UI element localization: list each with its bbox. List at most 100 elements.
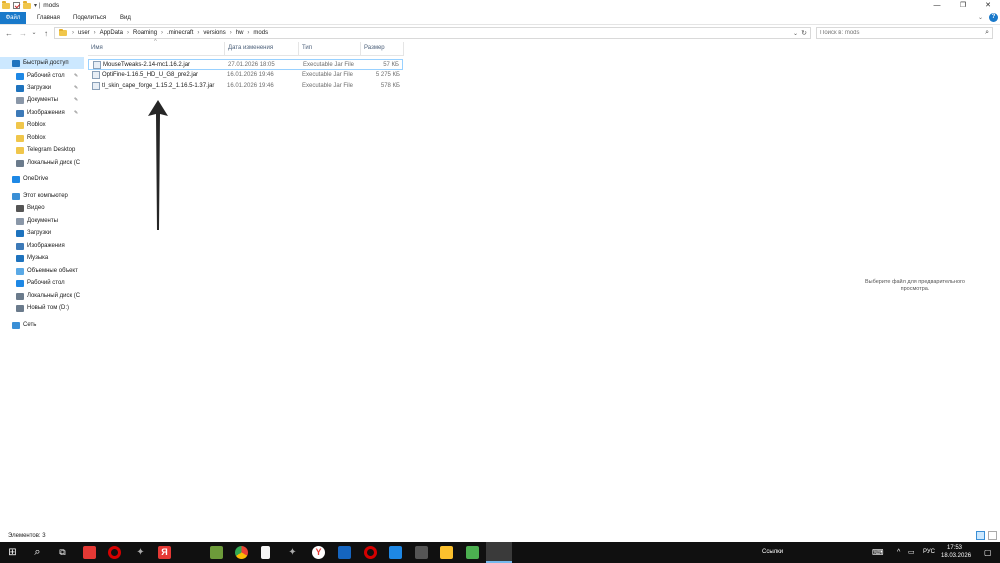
chrome-icon[interactable] — [235, 546, 248, 559]
search-input[interactable] — [817, 28, 977, 38]
app-icon[interactable]: ✦ — [134, 546, 147, 559]
search-icon[interactable]: ⌕ — [31, 546, 44, 559]
keyboard-icon[interactable]: ⌨ — [872, 542, 884, 563]
refresh-button[interactable]: ↻ — [801, 29, 807, 37]
show-hidden-icons-icon[interactable]: ^ — [897, 542, 900, 563]
sidebar-item[interactable]: Изображения — [0, 240, 84, 252]
game-icon[interactable] — [415, 546, 428, 559]
sidebar-item[interactable]: OneDrive — [0, 173, 84, 185]
maximize-button[interactable]: ❐ — [951, 0, 975, 12]
customize-toolbar-icon[interactable]: ▾ | — [34, 2, 40, 9]
app-icon[interactable] — [338, 546, 351, 559]
yandex-icon[interactable]: Я — [158, 546, 171, 559]
tab-share[interactable]: Поделиться — [73, 12, 106, 24]
column-divider[interactable] — [403, 42, 404, 56]
column-date[interactable]: Дата изменения — [228, 45, 273, 51]
wps-office-icon[interactable] — [83, 546, 96, 559]
sidebar-item[interactable]: Рабочий стол — [0, 277, 84, 289]
breadcrumb-mods[interactable]: mods — [253, 30, 268, 36]
breadcrumb-user[interactable]: user — [78, 30, 90, 36]
properties-icon[interactable] — [13, 2, 20, 9]
column-name[interactable]: Имя — [91, 45, 103, 51]
sidebar-item[interactable]: Локальный диск (C — [0, 290, 84, 302]
up-button[interactable]: ↑ — [41, 28, 51, 39]
jar-file-icon — [92, 82, 100, 90]
clock-date[interactable]: 18.03.2026 — [941, 552, 971, 560]
sidebar-item[interactable]: Документы ✎ — [0, 94, 84, 106]
file-type: Executable Jar File — [302, 72, 354, 78]
sidebar-item[interactable]: Документы — [0, 215, 84, 227]
expand-ribbon-icon[interactable]: ⌄ — [978, 12, 983, 24]
column-divider[interactable] — [224, 42, 225, 56]
sidebar-item[interactable]: Музыка — [0, 252, 84, 264]
column-type[interactable]: Тип — [302, 45, 312, 51]
file-explorer-icon[interactable] — [486, 542, 512, 563]
sidebar-item[interactable]: Telegram Desktop — [0, 144, 84, 156]
tab-file[interactable]: Файл — [0, 12, 26, 24]
tab-home[interactable]: Главная — [37, 12, 60, 24]
opera-icon[interactable] — [108, 546, 121, 559]
breadcrumb-minecraft[interactable]: .minecraft — [167, 30, 193, 36]
large-icons-view-icon[interactable] — [988, 531, 997, 540]
tab-view[interactable]: Вид — [120, 12, 131, 24]
notifications-icon[interactable]: ▢ — [984, 542, 992, 563]
yandex-browser-icon[interactable]: Y — [312, 546, 325, 559]
jar-file-icon — [93, 61, 101, 69]
network-icon[interactable]: ▭ — [908, 542, 915, 563]
minimize-button[interactable]: — — [925, 0, 949, 12]
app-icon[interactable]: ✦ — [286, 546, 299, 559]
sidebar-item[interactable]: Объемные объект — [0, 265, 84, 277]
close-button[interactable]: ✕ — [976, 0, 1000, 12]
sidebar-item[interactable]: Сеть — [0, 319, 84, 331]
minecraft-launcher-icon[interactable] — [466, 546, 479, 559]
sidebar-item[interactable]: Roblox — [0, 119, 84, 131]
table-row[interactable]: tl_skin_cape_forge_1.15.2_1.16.5-1.37.ja… — [88, 81, 403, 92]
sidebar-item[interactable]: Roblox — [0, 132, 84, 144]
sidebar-item-label: Telegram Desktop — [27, 147, 76, 153]
search-box[interactable]: ⌕ — [816, 27, 993, 39]
breadcrumb-roaming[interactable]: Roaming — [133, 30, 157, 36]
sidebar-item[interactable]: Загрузки — [0, 227, 84, 239]
sidebar-item[interactable]: Новый том (D:) — [0, 302, 84, 314]
sidebar-item[interactable]: Быстрый доступ — [0, 57, 84, 69]
sidebar-item[interactable]: Видео — [0, 202, 84, 214]
sidebar-item[interactable]: Рабочий стол ✎ — [0, 70, 84, 82]
column-divider[interactable] — [298, 42, 299, 56]
table-row[interactable]: OptiFine-1.16.5_HD_U_G8_pre2.jar 16.01.2… — [88, 70, 403, 81]
new-folder-icon[interactable] — [23, 1, 31, 9]
download-icon — [16, 229, 24, 237]
table-row[interactable]: MouseTweaks-2.14-mc1.16.2.jar 27.01.2026… — [88, 59, 403, 70]
language-indicator[interactable]: РУС — [923, 542, 935, 563]
minecraft-icon[interactable] — [210, 546, 223, 559]
opera-gx-icon[interactable] — [364, 546, 377, 559]
sidebar-item[interactable]: Локальный диск (C — [0, 157, 84, 169]
breadcrumb-appdata[interactable]: AppData — [100, 30, 123, 36]
game-icon[interactable] — [440, 546, 453, 559]
back-button[interactable]: ← — [4, 28, 14, 39]
help-icon[interactable]: ? — [989, 13, 998, 22]
clock-time[interactable]: 17:53 — [947, 544, 962, 552]
file-list-header: ^ Имя Дата изменения Тип Размер — [88, 39, 404, 56]
column-divider[interactable] — [360, 42, 361, 56]
links-toolbar[interactable]: Ссылки — [762, 542, 783, 563]
file-size: 578 КБ — [380, 83, 400, 89]
sidebar-item[interactable]: Этот компьютер — [0, 190, 84, 202]
address-dropdown-icon[interactable]: ⌄ — [793, 30, 798, 37]
app-icon[interactable] — [389, 546, 402, 559]
breadcrumb-hw[interactable]: hw — [236, 30, 244, 36]
sidebar-item[interactable]: Загрузки ✎ — [0, 82, 84, 94]
start-windows-icon[interactable]: ⊞ — [6, 546, 19, 559]
notepad-icon[interactable] — [261, 546, 270, 559]
details-view-icon[interactable] — [976, 531, 985, 540]
status-bar: Элементов: 3 — [0, 531, 1000, 542]
column-size[interactable]: Размер — [364, 45, 385, 51]
sidebar-item[interactable]: Изображения ✎ — [0, 107, 84, 119]
breadcrumb-versions[interactable]: versions — [203, 30, 225, 36]
recent-locations-button[interactable]: ⌄ — [29, 28, 39, 39]
sidebar-item-label: Документы — [27, 97, 58, 103]
address-bar[interactable]: › user › AppData › Roaming › .minecraft … — [54, 27, 811, 39]
forward-button[interactable]: → — [18, 28, 28, 39]
task-view-icon[interactable]: ⧉ — [56, 546, 69, 559]
documents-icon — [16, 217, 24, 225]
folder-icon — [16, 146, 24, 154]
